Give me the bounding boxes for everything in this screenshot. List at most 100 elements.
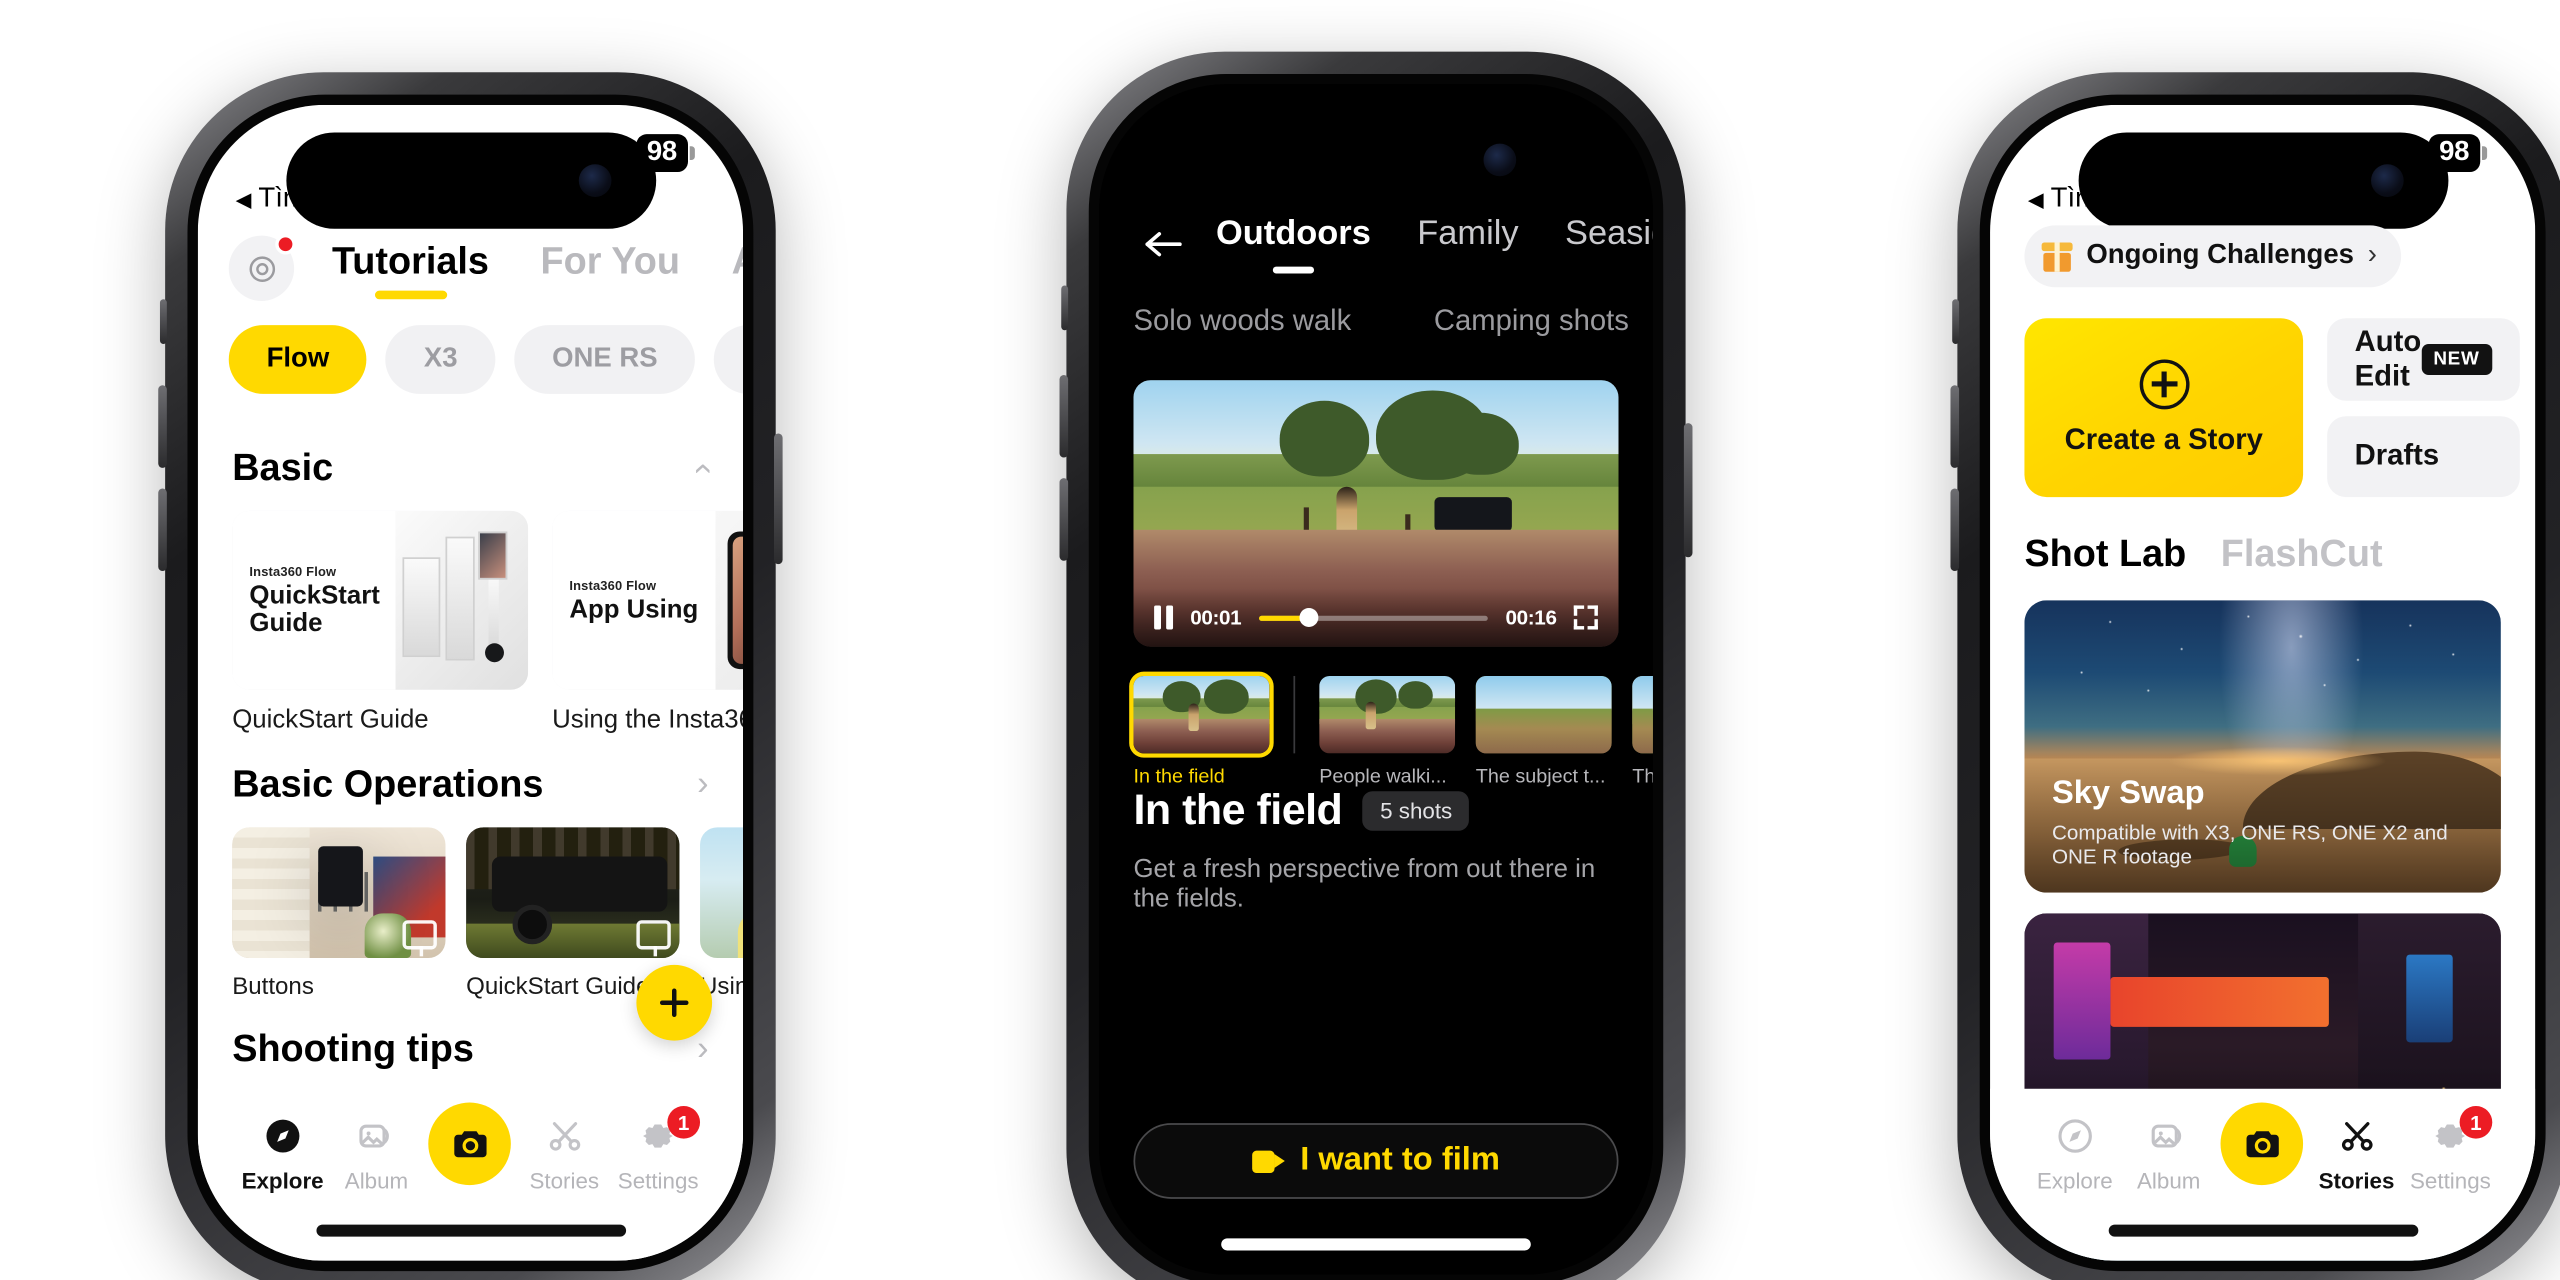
mute-switch[interactable] — [1952, 299, 1960, 344]
gimbal-pin-icon — [402, 920, 437, 957]
home-indicator[interactable] — [315, 1224, 626, 1237]
signal-bars-icon — [2302, 138, 2344, 168]
notification-dot — [275, 233, 296, 255]
album-icon — [357, 1113, 397, 1158]
progress-slider[interactable] — [1258, 608, 1489, 627]
dynamic-island — [1191, 111, 1561, 209]
chevron-right-icon: › — [2367, 240, 2377, 271]
compass-icon — [263, 1113, 303, 1158]
tab-for-you[interactable]: For You — [541, 238, 680, 298]
video-player[interactable]: 00:01 00:16 — [1133, 380, 1619, 647]
volume-up-button[interactable] — [1950, 385, 1960, 468]
gift-icon — [2041, 241, 2073, 271]
tab-label: Stories — [2318, 1167, 2395, 1194]
tab-tutorials[interactable]: Tutorials — [332, 238, 489, 298]
card-thumbnail — [700, 827, 744, 959]
phone-2-screen: Outdoors Family Seaside City Sports Park… — [1099, 84, 1653, 1275]
shot-detail-description: Get a fresh perspective from out there i… — [1133, 854, 1596, 914]
tab-camera[interactable] — [423, 1102, 517, 1186]
section-title: Shooting tips — [232, 1026, 474, 1070]
volume-down-button[interactable] — [1950, 488, 1960, 572]
tab-outdoors[interactable]: Outdoors — [1216, 215, 1371, 273]
home-indicator[interactable] — [1221, 1238, 1531, 1251]
card-overlay: Sky Swap Compatible with X3, ONE RS, ONE… — [2024, 751, 2501, 893]
back-triangle-icon: ◀ — [235, 187, 252, 212]
create-a-story-button[interactable]: Create a Story — [2024, 318, 2304, 498]
tab-activities[interactable]: Activities — [732, 238, 743, 298]
category-tabs: Outdoors Family Seaside City Sports Park — [1216, 215, 1653, 273]
tab-label: Settings — [2410, 1167, 2491, 1194]
shot-thumbnail[interactable]: People walki... — [1319, 675, 1456, 788]
mute-switch[interactable] — [1061, 285, 1069, 331]
volume-down-button[interactable] — [1059, 478, 1069, 561]
ongoing-challenges-button[interactable]: Ongoing Challenges › — [2024, 225, 2401, 288]
tutorial-card[interactable]: Buttons — [232, 827, 446, 999]
progress-knob[interactable] — [1299, 608, 1319, 627]
status-bar: 15:32 ◀ Tìm kiếm LTE 98 — [198, 105, 743, 229]
shot-thumbnail[interactable]: The subject... — [1632, 675, 1653, 788]
tab-shot-lab[interactable]: Shot Lab — [2024, 531, 2186, 576]
home-indicator[interactable] — [2107, 1224, 2418, 1237]
tab-label: Settings — [617, 1167, 699, 1194]
tab-settings[interactable]: 1 Settings — [2403, 1105, 2497, 1194]
device-filter-chips[interactable]: Flow X3 ONE RS ONE X2 GO 2 — [198, 325, 744, 404]
tutorial-card[interactable]: Insta360 Flow App Using Using the Insta3… — [552, 510, 744, 734]
chip-x3[interactable]: X3 — [386, 325, 496, 394]
tab-seaside[interactable]: Seaside — [1565, 215, 1653, 273]
phone-1-frame: 15:32 ◀ Tìm kiếm LTE 98 — [158, 72, 783, 1280]
power-button[interactable] — [1683, 423, 1693, 558]
player-controls[interactable]: 00:01 00:16 — [1133, 588, 1619, 647]
chip-flow[interactable]: Flow — [228, 325, 368, 394]
phone-2-frame: Outdoors Family Seaside City Sports Park… — [1059, 51, 1693, 1280]
chip-one-rs[interactable]: ONE RS — [514, 325, 696, 394]
shot-thumbnail[interactable]: In the field — [1133, 675, 1270, 788]
drafts-label: Drafts — [2354, 439, 2440, 472]
chip-one-x2[interactable]: ONE X2 — [714, 325, 744, 394]
battery-tip-icon — [2481, 146, 2488, 160]
lab-card-sky-swap[interactable]: Sky Swap Compatible with X3, ONE RS, ONE… — [2024, 600, 2501, 893]
subtab-camping-shots[interactable]: Camping shots — [1434, 304, 1629, 338]
tab-stories[interactable]: Stories — [517, 1113, 611, 1194]
shot-thumbnail-strip[interactable]: In the field People walki... The subject… — [1133, 675, 1653, 788]
pause-icon[interactable] — [1154, 605, 1174, 630]
i-want-to-film-button[interactable]: I want to film — [1133, 1123, 1619, 1199]
tab-camera[interactable] — [2216, 1102, 2310, 1186]
power-button[interactable] — [774, 433, 783, 565]
tab-settings[interactable]: 1 Settings — [611, 1105, 705, 1194]
section-header-basic-operations: Basic Operations › — [198, 734, 743, 827]
tutorial-card[interactable]: Using the In... — [700, 827, 744, 999]
tab-stories[interactable]: Stories — [2310, 1113, 2404, 1194]
volume-down-button[interactable] — [158, 488, 167, 572]
drafts-button[interactable]: Drafts — [2327, 415, 2520, 498]
tab-family[interactable]: Family — [1417, 215, 1518, 273]
tab-flashcut[interactable]: FlashCut — [2221, 531, 2383, 576]
create-fab-button[interactable] — [636, 964, 713, 1041]
basic-card-row[interactable]: Insta360 Flow QuickStart Guide QuickStar… — [198, 510, 744, 734]
chevron-right-icon[interactable]: › — [697, 1029, 708, 1069]
subtab-solo-woods-walk[interactable]: Solo woods walk — [1133, 304, 1351, 338]
tutorial-card[interactable]: QuickStart Guide — [466, 827, 680, 999]
story-actions: Create a Story Auto Edit NEW Drafts — [2024, 318, 2520, 498]
bottom-tab-bar: Explore Album Stories 1 Settings — [197, 1088, 744, 1261]
mute-switch[interactable] — [159, 299, 167, 344]
camera-shutter-icon[interactable] — [429, 1102, 512, 1186]
tab-album[interactable]: Album — [330, 1113, 424, 1194]
tab-explore[interactable]: Explore — [236, 1113, 330, 1194]
volume-up-button[interactable] — [158, 385, 167, 468]
fullscreen-icon[interactable] — [1573, 605, 1598, 630]
tab-album[interactable]: Album — [2122, 1113, 2216, 1194]
card-caption-block: Insta360 Flow QuickStart Guide — [232, 510, 395, 690]
camera-circle-icon[interactable] — [228, 233, 296, 301]
phone-2-top-bar: Outdoors Family Seaside City Sports Park — [1099, 205, 1653, 298]
camera-shutter-icon[interactable] — [2221, 1102, 2304, 1186]
shot-thumbnail[interactable]: The subject t... — [1475, 675, 1612, 788]
chevron-up-icon[interactable]: › — [683, 462, 723, 473]
volume-up-button[interactable] — [1059, 374, 1069, 458]
chevron-right-icon[interactable]: › — [697, 765, 708, 805]
arrow-left-icon[interactable] — [1133, 215, 1191, 273]
create-story-label: Create a Story — [2064, 422, 2263, 455]
auto-edit-button[interactable]: Auto Edit NEW — [2327, 318, 2520, 400]
phone-3-frame: 15:32 ◀ Tìm kiếm LTE 98 — [1950, 72, 2560, 1280]
tutorial-card[interactable]: Insta360 Flow QuickStart Guide QuickStar… — [232, 510, 529, 734]
tab-explore[interactable]: Explore — [2028, 1113, 2122, 1194]
